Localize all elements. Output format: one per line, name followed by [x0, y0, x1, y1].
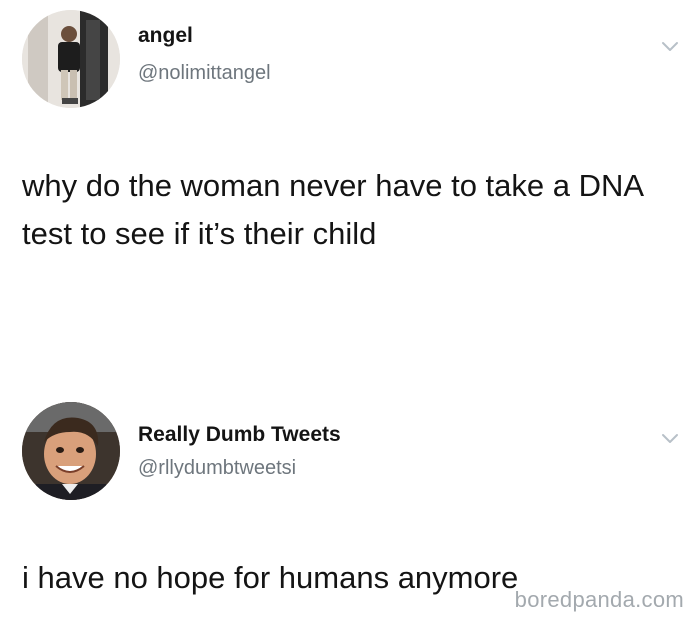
avatar[interactable] [22, 10, 120, 108]
user-handle[interactable]: @rllydumbtweetsi [138, 457, 296, 480]
display-name[interactable]: Really Dumb Tweets [138, 423, 341, 447]
display-name[interactable]: angel [138, 24, 193, 48]
avatar[interactable] [22, 402, 120, 500]
tweet-text: why do the woman never have to take a DN… [22, 168, 643, 251]
user-handle[interactable]: @nolimittangel [138, 62, 271, 85]
watermark: boredpanda.com [514, 587, 684, 612]
chevron-down-icon[interactable] [660, 40, 680, 54]
tweet-card: angel @nolimittangel why do the woman ne… [0, 0, 700, 390]
chevron-down-icon[interactable] [660, 432, 680, 446]
